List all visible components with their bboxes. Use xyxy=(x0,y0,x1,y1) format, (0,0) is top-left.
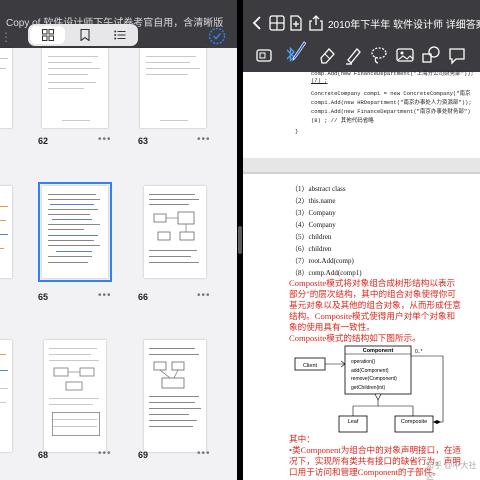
method-label: remove(Component) xyxy=(351,376,397,382)
share-icon[interactable] xyxy=(307,14,325,32)
eraser-icon[interactable] xyxy=(317,44,337,66)
answer-line: （3）Company xyxy=(291,209,336,217)
list-icon xyxy=(114,30,126,40)
select-check-icon[interactable] xyxy=(208,27,226,45)
page-thumbnail[interactable] xyxy=(0,186,12,278)
thumbnail-panel: Copy of 软件设计师下午试卷考官自用，含清晰版 ⋮ 62 ••• xyxy=(0,0,237,480)
multiplicity-label: 0..* xyxy=(415,349,423,355)
page-number: 65 xyxy=(38,292,49,302)
client-label: Client xyxy=(303,363,318,369)
page-thumbnail[interactable] xyxy=(0,340,12,452)
code-line: comp1.Add(new FinanceDepartment("南京办事处财务… xyxy=(311,108,471,115)
code-line: comp1.Add(new HRDepartment("南京办事处人力资源部")… xyxy=(311,99,472,106)
diagram-thumbnail xyxy=(153,211,195,241)
left-header: Copy of 软件设计师下午试卷考官自用，含清晰版 ⋮ xyxy=(0,0,237,48)
paragraph-line: 结构。Composite模式使得用户对单个对象和 xyxy=(289,311,456,321)
comment-icon[interactable] xyxy=(447,44,467,66)
code-line: (7) ; xyxy=(311,77,328,84)
code-line: ConcreteCompany comp1 = new ConcreteComp… xyxy=(311,90,471,97)
page-thumbnail[interactable] xyxy=(144,186,206,278)
page-more-button[interactable]: ••• xyxy=(197,134,211,145)
answer-line: （7）root.Add(comp) xyxy=(291,257,354,265)
page-thumbnail[interactable] xyxy=(144,340,206,452)
pen-tool-icon[interactable] xyxy=(289,40,309,62)
answer-line: （4）Company xyxy=(291,221,336,229)
chevron-left-icon[interactable] xyxy=(249,14,267,32)
text-select-icon[interactable] xyxy=(255,44,275,66)
paragraph-line: 象的使用具有一致性。 xyxy=(289,322,375,332)
bookmark-icon xyxy=(80,29,90,41)
image-icon[interactable] xyxy=(395,44,415,66)
page-thumbnail[interactable] xyxy=(140,48,206,128)
view-mode-segmented-control xyxy=(28,24,138,46)
method-label: getChildren(int) xyxy=(351,385,386,391)
divider-grip[interactable] xyxy=(238,226,242,254)
component-label: Component xyxy=(363,348,394,354)
paragraph-line: Composite模式将对象组合成树形结构以表示 xyxy=(289,278,456,288)
answer-line: （1）abstract class xyxy=(291,185,346,193)
answer-line: （8）comp.Add(comp1) xyxy=(291,269,362,277)
page-number: 63 xyxy=(138,136,149,146)
grid-icon xyxy=(41,29,54,41)
page-more-button[interactable]: ••• xyxy=(98,448,112,459)
diagram-thumbnail xyxy=(53,367,95,391)
page-number: 66 xyxy=(138,292,149,302)
answer-line: （5）children xyxy=(291,233,332,241)
grid-view-icon[interactable] xyxy=(268,14,286,32)
composite-label: Composite xyxy=(401,419,427,425)
page-number: 68 xyxy=(38,450,49,460)
uml-diagram: Client Component operation() add(Compone… xyxy=(294,345,444,433)
page-thumbnail[interactable] xyxy=(42,48,108,128)
document-title: 2010年下半年 软件设计师 详细答案 xyxy=(328,20,480,31)
tab-outline[interactable] xyxy=(103,24,138,46)
page-more-button[interactable]: ••• xyxy=(98,134,112,145)
method-label: operation() xyxy=(351,359,376,365)
right-header: 2010年下半年 软件设计师 详细答案 xyxy=(243,0,480,72)
document-page: comp.Add(new FinanceDepartment("上海分公司财务部… xyxy=(243,70,480,480)
page-thumbnail[interactable] xyxy=(0,48,12,128)
add-page-icon[interactable] xyxy=(287,14,305,32)
highlighter-icon[interactable] xyxy=(343,44,363,66)
code-line: comp.Add(new FinanceDepartment("上海分公司财务部… xyxy=(311,70,474,77)
diagram-thumbnail xyxy=(153,361,185,389)
paragraph-line: 基元对象以及其他的组合对象，从而形成任意 xyxy=(289,300,461,310)
document-viewer: 2010年下半年 软件设计师 详细答案 comp.Add(new Finance… xyxy=(243,0,480,480)
page-more-button[interactable]: ••• xyxy=(98,290,112,301)
paragraph2-line: 其中： xyxy=(289,434,315,444)
page-thumbnail[interactable] xyxy=(44,340,106,452)
page-more-button[interactable]: ••• xyxy=(197,448,211,459)
watermark: 知乎 @中大社区 xyxy=(426,461,477,480)
method-label: add(Component) xyxy=(351,368,389,374)
tab-grid[interactable] xyxy=(30,26,66,44)
page-more-button[interactable]: ••• xyxy=(197,290,211,301)
answer-line: （2）this.name xyxy=(291,197,336,205)
page-thumbnail-selected[interactable] xyxy=(38,182,112,282)
page-number: 69 xyxy=(138,450,149,460)
page-number: 62 xyxy=(38,136,49,146)
tab-bookmarks[interactable] xyxy=(67,24,102,46)
paragraph-line: Composite模式的结构如下图所示。 xyxy=(289,333,421,343)
lasso-icon[interactable] xyxy=(369,44,389,66)
paragraph2-line: •类Component为组合中的对象声明接口，在适 xyxy=(289,445,462,455)
page-separator xyxy=(243,172,480,174)
answer-line: （6）children xyxy=(291,245,332,253)
code-line: (8) ; // 其他代码省略 xyxy=(311,117,374,124)
paragraph-line: 部分"的层次结构，其中的组合对象使得你可 xyxy=(289,289,456,299)
code-line: } xyxy=(295,128,299,135)
shapes-icon[interactable] xyxy=(421,44,441,66)
leaf-label: Leaf xyxy=(348,419,359,425)
more-handle-icon[interactable]: ⋮ xyxy=(0,30,12,44)
page-gap xyxy=(243,158,480,172)
